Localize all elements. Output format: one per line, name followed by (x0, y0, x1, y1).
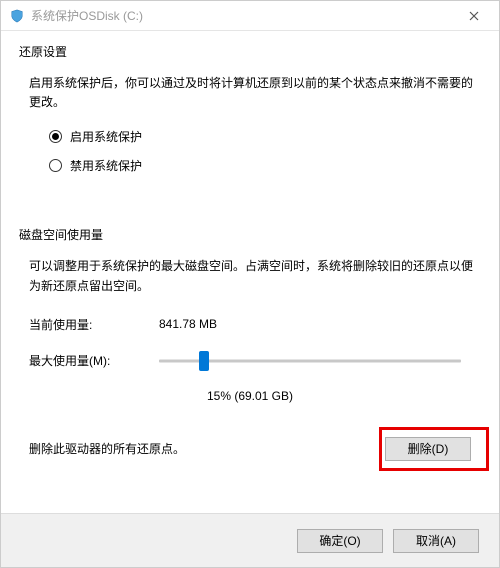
disk-desc: 可以调整用于系统保护的最大磁盘空间。占满空间时，系统将删除较旧的还原点以便为新还… (29, 257, 481, 295)
max-usage-row: 最大使用量(M): (29, 351, 481, 371)
radio-dot (52, 133, 59, 140)
max-usage-label: 最大使用量(M): (29, 352, 159, 369)
close-button[interactable] (453, 2, 495, 30)
delete-area: 删除此驱动器的所有还原点。 删除(D) (19, 427, 481, 471)
slider-thumb[interactable] (199, 351, 209, 371)
current-usage-label: 当前使用量: (29, 316, 159, 333)
content-area: 还原设置 启用系统保护后，你可以通过及时将计算机还原到以前的某个状态点来撤消不需… (1, 31, 499, 513)
slider-caption: 15% (69.01 GB) (19, 389, 481, 403)
radio-enable-protection[interactable]: 启用系统保护 (49, 128, 481, 145)
radio-enable-label: 启用系统保护 (70, 128, 142, 145)
restore-desc: 启用系统保护后，你可以通过及时将计算机还原到以前的某个状态点来撤消不需要的更改。 (29, 74, 481, 112)
shield-icon (9, 8, 25, 24)
max-usage-slider[interactable] (159, 351, 461, 371)
current-usage-row: 当前使用量: 841.78 MB (29, 316, 481, 333)
delete-desc: 删除此驱动器的所有还原点。 (29, 440, 385, 457)
titlebar: 系统保护OSDisk (C:) (1, 1, 499, 31)
radio-disable-protection[interactable]: 禁用系统保护 (49, 157, 481, 174)
window-title: 系统保护OSDisk (C:) (31, 7, 453, 24)
disk-section-title: 磁盘空间使用量 (19, 226, 481, 243)
ok-button[interactable]: 确定(O) (297, 529, 383, 553)
cancel-button[interactable]: 取消(A) (393, 529, 479, 553)
delete-button[interactable]: 删除(D) (385, 437, 471, 461)
dialog-footer: 确定(O) 取消(A) (1, 513, 499, 567)
radio-disable-label: 禁用系统保护 (70, 157, 142, 174)
radio-indicator (49, 130, 62, 143)
restore-section-title: 还原设置 (19, 43, 481, 60)
current-usage-value: 841.78 MB (159, 317, 217, 331)
system-protection-dialog: 系统保护OSDisk (C:) 还原设置 启用系统保护后，你可以通过及时将计算机… (0, 0, 500, 568)
protection-radio-group: 启用系统保护 禁用系统保护 (49, 128, 481, 186)
radio-indicator (49, 159, 62, 172)
